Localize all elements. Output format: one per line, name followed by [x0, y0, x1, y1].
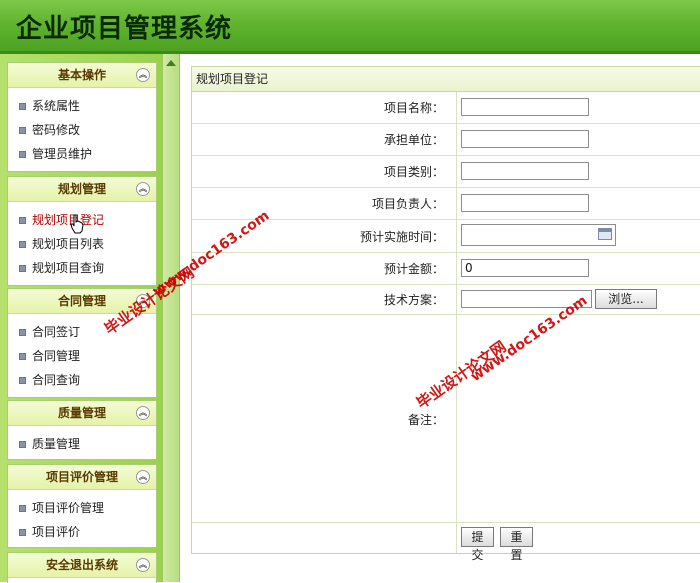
sidebar-item-label: 规划项目登记: [32, 213, 105, 227]
sidebar-panel-evaluation: 项目评价管理 ︽ 项目评价管理 项目评价: [7, 464, 157, 548]
field-label: 预计金额：: [383, 262, 444, 276]
sidebar-item-label: 合同签订: [32, 325, 81, 339]
app-header: 企业项目管理系统: [0, 0, 700, 54]
sidebar-item-evaluation-manage[interactable]: 项目评价管理: [8, 496, 156, 520]
column-divider: [456, 285, 457, 314]
form-title: 规划项目登记: [192, 67, 700, 92]
column-divider: [456, 220, 457, 252]
form-row-plan: 技术方案： 浏览...: [192, 285, 700, 315]
sidebar-item-password[interactable]: 密码修改: [8, 118, 156, 142]
panel-header-logout[interactable]: 安全退出系统 ︽: [8, 553, 156, 578]
panel-header-planning[interactable]: 规划管理 ︽: [8, 177, 156, 202]
sidebar-item-plan-list[interactable]: 规划项目列表: [8, 232, 156, 256]
column-divider: [456, 124, 457, 155]
sidebar-item-label: 合同查询: [32, 373, 81, 387]
panel-header-quality[interactable]: 质量管理 ︽: [8, 401, 156, 426]
form-row-name: 项目名称：: [192, 92, 700, 124]
bullet-icon: [19, 441, 26, 448]
form-row-amount: 预计金额：: [192, 253, 700, 285]
column-divider: [456, 523, 457, 553]
panel-title: 项目评价管理: [45, 470, 118, 484]
panel-header-basic[interactable]: 基本操作 ︽: [8, 63, 156, 88]
collapse-icon[interactable]: ︽: [136, 558, 150, 572]
field-label: 技术方案：: [383, 293, 444, 307]
sidebar-item-label: 项目评价: [32, 525, 81, 539]
bullet-icon: [19, 377, 26, 384]
column-divider: [456, 92, 457, 123]
field-label: 项目类别：: [383, 165, 444, 179]
sidebar-item-label: 管理员维护: [32, 147, 93, 161]
collapse-icon[interactable]: ︽: [136, 406, 150, 420]
sidebar-item-label: 质量管理: [32, 437, 81, 451]
collapse-icon[interactable]: ︽: [136, 68, 150, 82]
browse-button[interactable]: 浏览...: [595, 289, 657, 309]
reset-button[interactable]: 重置: [500, 527, 533, 562]
collapse-icon[interactable]: ︽: [136, 182, 150, 196]
form-row-time: 预计实施时间：: [192, 220, 700, 253]
date-picker-input[interactable]: [461, 224, 616, 246]
sidebar-item-plan-query[interactable]: 规划项目查询: [8, 256, 156, 280]
column-divider: [456, 188, 457, 219]
field-label: 项目名称：: [383, 101, 444, 115]
sidebar-panel-quality: 质量管理 ︽ 质量管理: [7, 400, 157, 460]
sidebar-item-quality[interactable]: 质量管理: [8, 432, 156, 456]
bullet-icon: [19, 151, 26, 158]
collapse-icon[interactable]: ︽: [136, 470, 150, 484]
sidebar-item-label: 密码修改: [32, 123, 81, 137]
leader-input[interactable]: [461, 194, 589, 212]
unit-input[interactable]: [461, 130, 589, 148]
sidebar-item-label: 合同管理: [32, 349, 81, 363]
category-input[interactable]: [461, 162, 589, 180]
bullet-icon: [19, 127, 26, 134]
sidebar-panel-logout: 安全退出系统 ︽: [7, 552, 157, 583]
project-register-form: 规划项目登记 项目名称： 承担单位： 项目类别： 项目负责人： 预计实施时间： …: [191, 66, 700, 562]
form-row-actions: 提交 重置: [192, 523, 700, 562]
field-label: 备注：: [407, 413, 444, 427]
bullet-icon: [19, 217, 26, 224]
sidebar-item-contract-query[interactable]: 合同查询: [8, 368, 156, 392]
panel-title: 合同管理: [57, 294, 106, 308]
sidebar-item-label: 系统属性: [32, 99, 81, 113]
panel-header-evaluation[interactable]: 项目评价管理 ︽: [8, 465, 156, 490]
form-row-unit: 承担单位：: [192, 124, 700, 156]
calendar-icon[interactable]: [598, 228, 612, 240]
amount-input[interactable]: [461, 259, 589, 277]
submit-button[interactable]: 提交: [461, 527, 494, 562]
sidebar-item-evaluation[interactable]: 项目评价: [8, 520, 156, 544]
bullet-icon: [19, 353, 26, 360]
sidebar-item-admin[interactable]: 管理员维护: [8, 142, 156, 166]
sidebar-item-label: 项目评价管理: [32, 501, 105, 515]
hand-cursor-icon: [70, 214, 84, 234]
field-label: 项目负责人：: [371, 197, 444, 211]
bullet-icon: [19, 241, 26, 248]
app-title: 企业项目管理系统: [16, 14, 233, 44]
sidebar-item-system-properties[interactable]: 系统属性: [8, 94, 156, 118]
sidebar-panel-basic: 基本操作 ︽ 系统属性 密码修改 管理员维护: [7, 62, 157, 172]
panel-title: 规划管理: [57, 182, 106, 196]
panel-title: 基本操作: [57, 68, 106, 82]
sidebar-item-label: 规划项目查询: [32, 261, 105, 275]
project-name-input[interactable]: [461, 98, 589, 116]
bullet-icon: [19, 505, 26, 512]
collapse-arrow-icon[interactable]: [166, 60, 176, 66]
bullet-icon: [19, 265, 26, 272]
sidebar-item-contract-manage[interactable]: 合同管理: [8, 344, 156, 368]
field-label: 承担单位：: [383, 133, 444, 147]
panel-title: 质量管理: [57, 406, 106, 420]
form-row-remark: 备注：: [192, 315, 700, 523]
bullet-icon: [19, 529, 26, 536]
bullet-icon: [19, 103, 26, 110]
column-divider: [456, 253, 457, 284]
panel-title: 安全退出系统: [45, 558, 118, 572]
sidebar-toggle-strip[interactable]: [162, 54, 180, 582]
bullet-icon: [19, 329, 26, 336]
column-divider: [456, 156, 457, 187]
sidebar-item-label: 规划项目列表: [32, 237, 105, 251]
form-row-category: 项目类别：: [192, 156, 700, 188]
